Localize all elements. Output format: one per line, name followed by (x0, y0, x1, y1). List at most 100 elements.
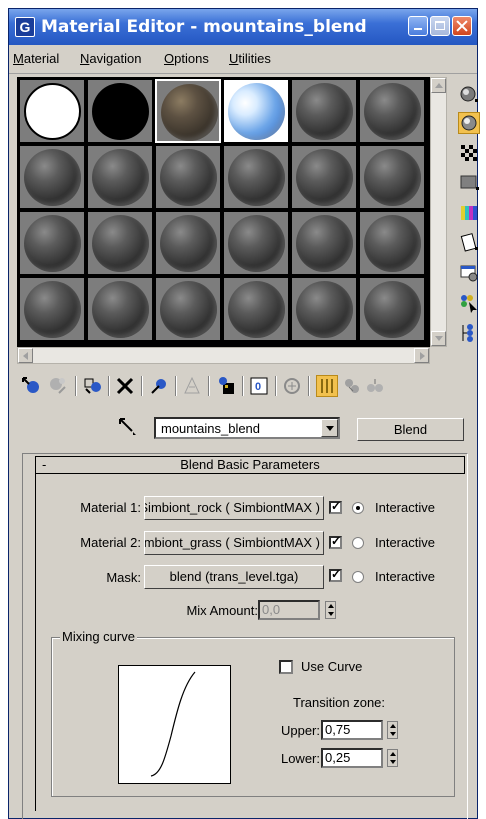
sample-slot[interactable] (87, 145, 153, 209)
horizontal-scrollbar[interactable] (17, 347, 430, 364)
toolbar-separator (208, 376, 210, 396)
mix-amount-spinner[interactable] (325, 601, 336, 619)
material-sphere-preview (24, 281, 81, 338)
mix-amount-field[interactable]: 0,0 (258, 600, 320, 620)
material2-button[interactable]: Simbiont_grass ( SimbiontMAX ) (144, 531, 324, 555)
material2-interactive-radio[interactable] (352, 537, 364, 549)
make-preview-icon[interactable] (458, 232, 480, 254)
sample-slot[interactable] (223, 79, 289, 143)
chevron-down-icon[interactable] (321, 419, 338, 437)
app-icon: G (15, 17, 35, 37)
scroll-down-button[interactable] (431, 331, 446, 346)
maximize-button[interactable] (430, 16, 450, 36)
reset-map-icon[interactable] (114, 375, 136, 397)
material1-enable-checkbox[interactable]: ✓ (329, 499, 342, 514)
uv-tiling-icon[interactable] (458, 172, 480, 194)
minimize-button[interactable] (408, 16, 428, 36)
assign-to-selection-icon[interactable] (82, 375, 104, 397)
sample-slot[interactable] (291, 145, 357, 209)
menu-material[interactable]: Material (13, 51, 59, 66)
svg-text:0: 0 (255, 381, 261, 393)
material-navigator-icon[interactable] (458, 322, 480, 344)
go-to-parent-icon[interactable] (341, 375, 363, 397)
rollout-header-blend-basic-parameters[interactable]: - Blend Basic Parameters (35, 456, 465, 474)
material-sphere-preview (364, 149, 421, 206)
sample-slot[interactable] (359, 145, 425, 209)
material-name-combo[interactable]: mountains_blend (154, 417, 340, 439)
material1-interactive-radio[interactable] (352, 502, 364, 514)
sample-slot[interactable] (359, 79, 425, 143)
material1-button[interactable]: Rock_Simbiont_rock ( SimbiontMAX ) (144, 496, 324, 520)
material2-enable-checkbox[interactable]: ✓ (329, 534, 342, 549)
sample-slot[interactable] (19, 79, 85, 143)
sample-slot[interactable] (87, 211, 153, 275)
lower-field[interactable]: 0,25 (321, 748, 383, 768)
options-icon[interactable] (458, 262, 480, 284)
sample-slot[interactable] (291, 211, 357, 275)
put-to-scene-icon[interactable] (47, 375, 69, 397)
menu-bar: Material Navigation Options Utilities (9, 45, 477, 74)
use-curve-checkbox[interactable] (279, 660, 293, 674)
material1-value: Rock_Simbiont_rock ( SimbiontMAX ) (145, 500, 320, 515)
scroll-up-button[interactable] (431, 78, 446, 93)
sample-slot[interactable] (223, 145, 289, 209)
upper-field[interactable]: 0,75 (321, 720, 383, 740)
backlight-icon[interactable] (458, 112, 480, 134)
lower-spinner[interactable] (387, 749, 398, 767)
upper-spinner[interactable] (387, 721, 398, 739)
get-material-icon[interactable] (20, 375, 42, 397)
mask-interactive-radio[interactable] (352, 571, 364, 583)
title-bar[interactable]: G Material Editor - mountains_blend (9, 9, 477, 45)
sample-slot[interactable] (359, 211, 425, 275)
menu-options[interactable]: Options (164, 51, 209, 66)
video-color-check-icon[interactable] (458, 202, 480, 224)
show-map-in-viewport-icon[interactable] (281, 375, 303, 397)
sample-slot[interactable] (155, 211, 221, 275)
sample-slot[interactable] (155, 79, 221, 143)
menu-navigation[interactable]: Navigation (80, 51, 141, 66)
lower-label: Lower: (280, 751, 320, 766)
material-sphere-preview (160, 149, 217, 206)
scroll-left-button[interactable] (18, 348, 33, 363)
material-effects-channel-icon[interactable]: 0 (248, 375, 270, 397)
sample-slot[interactable] (19, 277, 85, 341)
make-unique-icon[interactable] (181, 375, 203, 397)
put-to-library-icon[interactable] (215, 375, 237, 397)
material-sphere-preview (92, 83, 149, 140)
sample-slot[interactable] (359, 277, 425, 341)
mixing-curve-group (51, 637, 455, 797)
sample-type-icon[interactable] (458, 84, 480, 106)
sample-slots-grid (17, 77, 430, 347)
toolbar-separator (141, 376, 143, 396)
scroll-right-button[interactable] (414, 348, 429, 363)
up-arrow-icon (435, 83, 443, 88)
sample-slot[interactable] (155, 277, 221, 341)
sample-slot[interactable] (19, 211, 85, 275)
menu-accel: U (229, 51, 239, 66)
material-sphere-preview (92, 149, 149, 206)
material1-interactive-label: Interactive (375, 500, 435, 515)
sample-slot[interactable] (87, 277, 153, 341)
transition-zone-label: Transition zone: (293, 695, 386, 710)
down-arrow-icon (435, 336, 443, 341)
mask-enable-checkbox[interactable]: ✓ (329, 567, 342, 582)
close-button[interactable] (452, 16, 472, 36)
sample-slot[interactable] (155, 145, 221, 209)
go-forward-to-sibling-icon[interactable] (364, 375, 386, 397)
vertical-scrollbar[interactable] (430, 77, 447, 347)
sample-slot[interactable] (19, 145, 85, 209)
sample-slot[interactable] (291, 79, 357, 143)
sample-slot[interactable] (87, 79, 153, 143)
pick-material-from-object-icon[interactable] (117, 416, 139, 438)
sample-slot[interactable] (223, 277, 289, 341)
background-icon[interactable] (458, 142, 480, 164)
checkmark-icon: ✓ (331, 499, 342, 513)
show-end-result-icon[interactable] (316, 375, 338, 397)
material-type-button[interactable]: Blend (357, 418, 464, 441)
make-copy-icon[interactable] (148, 375, 170, 397)
menu-utilities[interactable]: Utilities (229, 51, 271, 66)
mask-button[interactable]: blend (trans_level.tga) (144, 565, 324, 589)
select-by-material-icon[interactable] (458, 292, 480, 314)
sample-slot[interactable] (291, 277, 357, 341)
sample-slot[interactable] (223, 211, 289, 275)
